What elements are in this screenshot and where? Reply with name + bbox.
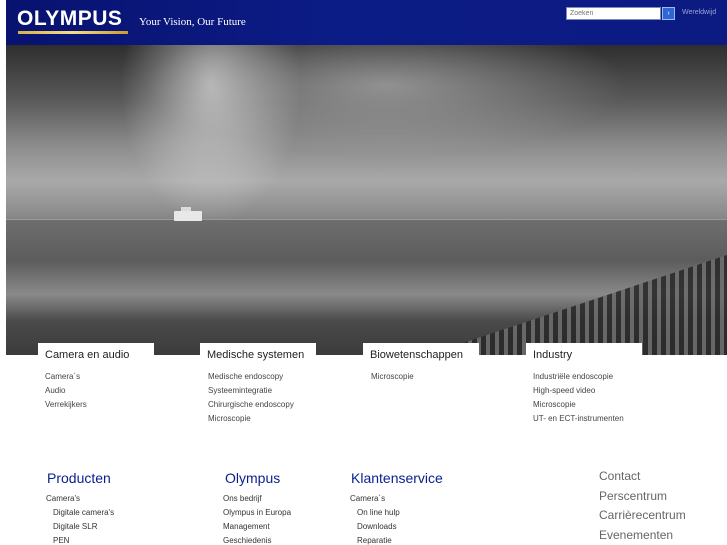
hero-image xyxy=(6,45,727,355)
ship xyxy=(174,211,202,221)
category-list-industry: Industriële endoscopie High-speed video … xyxy=(533,372,624,428)
list-item[interactable]: Verrekijkers xyxy=(45,400,87,414)
category-tab-biowetenschappen[interactable]: Biowetenschappen xyxy=(363,343,479,367)
list-item[interactable]: Microscopie xyxy=(533,400,624,414)
list-item[interactable]: Systeemintegratie xyxy=(208,386,294,400)
list-item[interactable]: Industriële endoscopie xyxy=(533,372,624,386)
list-item[interactable]: PEN xyxy=(46,536,114,545)
list-item[interactable]: Medische endoscopy xyxy=(208,372,294,386)
list-item[interactable]: Chirurgische endoscopy xyxy=(208,400,294,414)
worldwide-link[interactable]: Wereldwijd xyxy=(682,9,716,16)
category-list-biowetenschappen: Microscopie xyxy=(371,372,414,386)
category-tab-industry[interactable]: Industry xyxy=(526,343,642,367)
list-item[interactable]: Ons bedrijf xyxy=(223,494,291,508)
list-item[interactable]: High-speed video xyxy=(533,386,624,400)
perscentrum-link[interactable]: Perscentrum xyxy=(599,489,686,509)
list-item[interactable]: Microscopie xyxy=(371,372,414,386)
site-header: OLYMPUS Your Vision, Our Future › Wereld… xyxy=(6,0,727,45)
evenementen-link[interactable]: Evenementen xyxy=(599,528,686,545)
search-submit-button[interactable]: › xyxy=(662,7,675,20)
tagline: Your Vision, Our Future xyxy=(139,16,246,28)
list-item[interactable]: On line hulp xyxy=(350,508,400,522)
footer-list-klantenservice: Camera´s On line hulp Downloads Reparati… xyxy=(350,494,400,545)
list-item[interactable]: Downloads xyxy=(350,522,400,536)
list-item[interactable]: Audio xyxy=(45,386,87,400)
olympus-logo[interactable]: OLYMPUS xyxy=(17,8,122,29)
category-tab-camera-audio[interactable]: Camera en audio xyxy=(38,343,154,367)
footer-heading-olympus[interactable]: Olympus xyxy=(225,470,280,486)
list-item[interactable]: Camera´s xyxy=(45,372,87,386)
contact-link[interactable]: Contact xyxy=(599,469,686,489)
list-item[interactable]: Digitale camera's xyxy=(46,508,114,522)
category-list-camera-audio: Camera´s Audio Verrekijkers xyxy=(45,372,87,414)
list-item[interactable]: UT- en ECT-instrumenten xyxy=(533,414,624,428)
logo-gold-underline xyxy=(18,31,128,34)
list-item[interactable]: Camera's xyxy=(46,494,114,508)
footer-right-links: Contact Perscentrum Carrièrecentrum Even… xyxy=(599,469,686,545)
footer-heading-producten[interactable]: Producten xyxy=(47,470,111,486)
list-item[interactable]: Digitale SLR xyxy=(46,522,114,536)
footer-list-producten: Camera's Digitale camera's Digitale SLR … xyxy=(46,494,114,545)
carrierecentrum-link[interactable]: Carrièrecentrum xyxy=(599,508,686,528)
list-item[interactable]: Reparatie xyxy=(350,536,400,545)
list-item[interactable]: Management xyxy=(223,522,291,536)
footer-heading-klantenservice[interactable]: Klantenservice xyxy=(351,470,443,486)
search-input[interactable] xyxy=(566,7,661,20)
list-item[interactable]: Camera´s xyxy=(350,494,400,508)
list-item[interactable]: Olympus in Europa xyxy=(223,508,291,522)
category-list-medische-systemen: Medische endoscopy Systeemintegratie Chi… xyxy=(208,372,294,428)
list-item[interactable]: Microscopie xyxy=(208,414,294,428)
footer-list-olympus: Ons bedrijf Olympus in Europa Management… xyxy=(223,494,291,545)
category-tab-medische-systemen[interactable]: Medische systemen xyxy=(200,343,316,367)
list-item[interactable]: Geschiedenis xyxy=(223,536,291,545)
